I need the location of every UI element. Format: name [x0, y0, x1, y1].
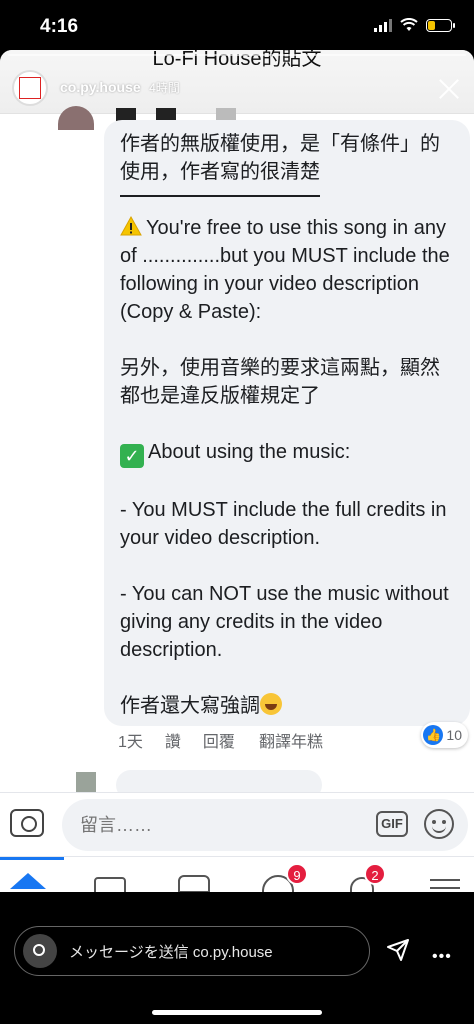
- next-comment-avatar: [76, 772, 96, 792]
- ig-message-placeholder: メッセージを送信 co.py.house: [69, 943, 273, 961]
- cellular-signal-icon: [374, 18, 392, 32]
- translate-button[interactable]: 翻譯年糕: [259, 728, 323, 752]
- laughing-emoji-icon: [260, 693, 282, 715]
- story-header: co.py.house 4時間: [12, 70, 180, 106]
- ig-reply-bar: メッセージを送信 co.py.house •••: [0, 892, 474, 1024]
- groups-badge: 9: [286, 863, 308, 885]
- fb-tab-bar: 9 2: [0, 856, 474, 892]
- thumbs-up-icon: 👍: [423, 725, 444, 745]
- home-indicator: [152, 1010, 322, 1015]
- battery-icon: [426, 18, 455, 32]
- comment-para-2: You're free to use this song in any of .…: [120, 216, 450, 323]
- menu-icon[interactable]: [430, 879, 460, 881]
- status-bar: 4:16: [0, 0, 474, 50]
- tab-home-indicator: [0, 857, 64, 860]
- reply-button[interactable]: 回覆: [203, 728, 235, 752]
- reaction-count: 10: [446, 727, 462, 743]
- comment-bubble: 作者的無版權使用，是「有條件」的使用，作者寫的很清楚 You're free t…: [104, 120, 470, 726]
- comment-line-1: 作者的無版權使用，是「有條件」的使用，作者寫的很清楚: [120, 133, 440, 183]
- warning-icon: [120, 216, 142, 236]
- divider: [120, 195, 320, 197]
- gif-icon[interactable]: GIF: [376, 811, 408, 837]
- comment-para-7: 作者還大寫強調: [120, 692, 456, 720]
- comment-para-4: ✓ About using the music:: [120, 438, 456, 468]
- marketplace-icon[interactable]: [178, 875, 210, 892]
- emoji-icon[interactable]: [424, 809, 454, 839]
- avatar[interactable]: [12, 70, 48, 106]
- story-age: 4時間: [149, 81, 180, 95]
- story-username[interactable]: co.py.house: [60, 79, 141, 95]
- comment-para-5: - You MUST include the full credits in y…: [120, 499, 447, 549]
- story-frame[interactable]: Lo-Fi House的貼文 co.py.house 4時間 作者的無版權使用，…: [0, 50, 474, 892]
- check-mark-icon: ✓: [120, 444, 144, 468]
- ig-camera-icon[interactable]: [23, 934, 57, 968]
- comment-time: 1天: [118, 734, 143, 751]
- status-icons: [374, 18, 455, 32]
- comment-actions: 1天 讚 回覆 翻譯年糕: [118, 728, 323, 752]
- camera-icon[interactable]: [10, 809, 44, 837]
- home-icon[interactable]: [10, 873, 46, 889]
- close-icon[interactable]: [438, 78, 460, 100]
- comment-composer: GIF: [0, 792, 474, 856]
- comment-para-3: 另外，使用音樂的要求這兩點，顯然都也是違反版權規定了: [120, 357, 440, 407]
- story-progress-bar: [8, 54, 466, 56]
- wifi-icon: [400, 18, 418, 31]
- notifications-badge: 2: [364, 863, 386, 885]
- reaction-summary[interactable]: 👍 10: [421, 722, 468, 748]
- status-time: 4:16: [40, 16, 79, 37]
- like-button[interactable]: 讚: [165, 728, 181, 752]
- comment-text: 作者的無版權使用，是「有條件」的使用，作者寫的很清楚 You're free t…: [120, 130, 456, 720]
- video-icon[interactable]: [94, 877, 126, 892]
- ig-message-input[interactable]: メッセージを送信 co.py.house: [14, 926, 370, 976]
- comment-para-6: - You can NOT use the music without givi…: [120, 583, 449, 661]
- avatar-logo-icon: [19, 77, 41, 99]
- send-icon[interactable]: [386, 938, 410, 962]
- more-options-icon[interactable]: •••: [432, 948, 452, 966]
